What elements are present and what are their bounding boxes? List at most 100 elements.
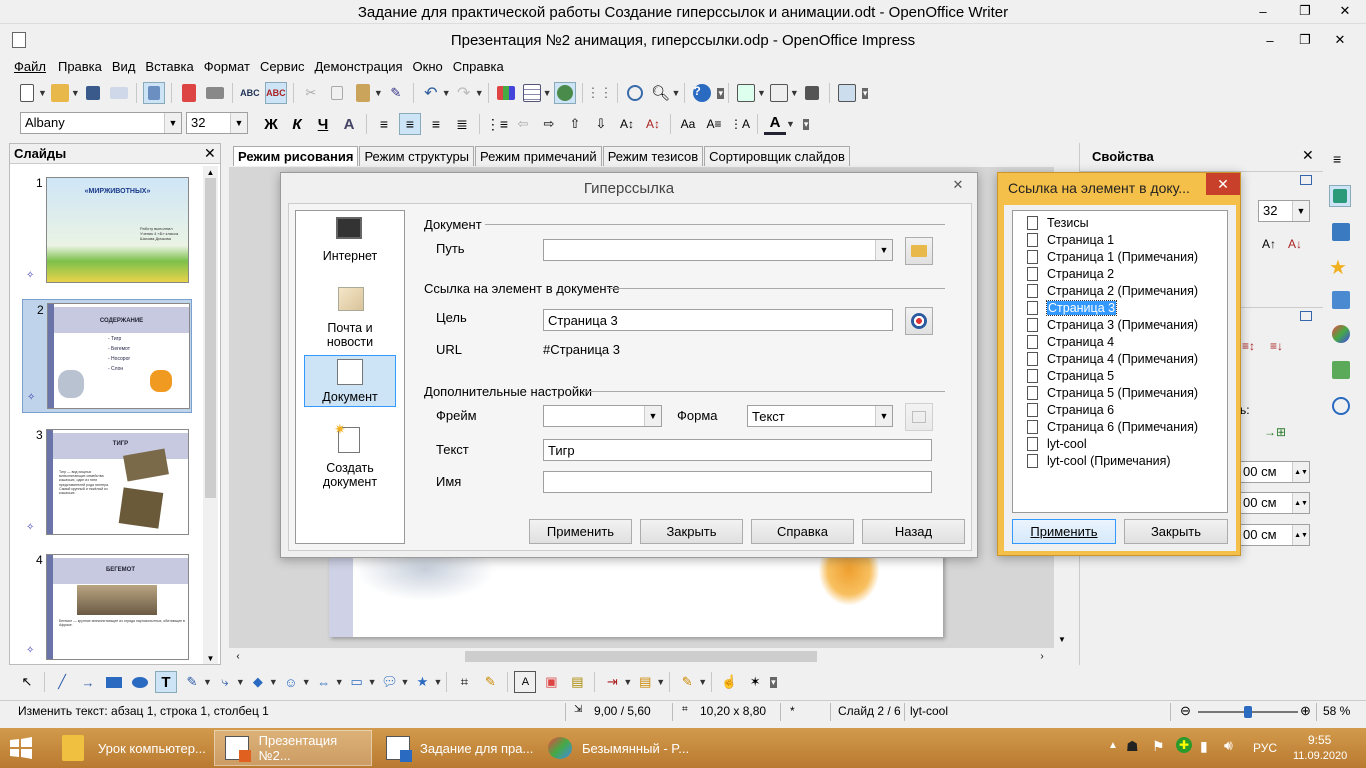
zoom-out-icon[interactable]: ⊖: [1180, 703, 1191, 719]
basic-shapes-icon[interactable]: ◆: [247, 671, 269, 693]
connector-icon[interactable]: ⤷: [214, 671, 236, 693]
menu-file[interactable]: Файл: [14, 59, 46, 74]
ellipse-icon[interactable]: [129, 671, 151, 693]
editing-hscrollbar[interactable]: ‹ ›: [229, 648, 1054, 665]
tree-item[interactable]: Страница 1 (Примечания): [1027, 248, 1198, 265]
taskbar-item-explorer[interactable]: Урок компьютер...: [52, 730, 210, 766]
clock-time[interactable]: 9:55: [1308, 733, 1331, 747]
open-icon[interactable]: [49, 82, 71, 104]
close-button[interactable]: Закрыть: [640, 519, 743, 544]
zoom-value[interactable]: 58 %: [1323, 704, 1350, 718]
callouts-icon[interactable]: 💬︎: [379, 671, 401, 693]
minimize-button[interactable]: ‒: [1255, 30, 1285, 50]
tree-item[interactable]: Страница 1: [1027, 231, 1114, 248]
flowchart-icon[interactable]: ▭: [346, 671, 368, 693]
bold-icon[interactable]: Ж: [260, 113, 282, 135]
styles-icon[interactable]: [1332, 325, 1350, 343]
zoom-slider[interactable]: [1198, 706, 1298, 718]
target-field[interactable]: Страница 3: [543, 309, 893, 331]
tree-item[interactable]: Страница 2 (Примечания): [1027, 282, 1198, 299]
text-icon[interactable]: T: [155, 671, 177, 693]
line-icon[interactable]: ╱: [51, 671, 73, 693]
demote-icon[interactable]: ⇦: [512, 113, 534, 135]
impress-titlebar[interactable]: Презентация №2 анимация, гиперссылки.odp…: [0, 26, 1366, 54]
para-spacing-up-icon[interactable]: A↕: [616, 113, 638, 135]
taskbar-item-writer[interactable]: Задание для пра...: [376, 730, 534, 766]
edit-file-icon[interactable]: [142, 82, 165, 104]
redo-icon[interactable]: ↷: [453, 82, 475, 104]
symbol-shapes-icon[interactable]: ☺: [280, 671, 302, 693]
slide-icon[interactable]: [735, 82, 757, 104]
rectangle-icon[interactable]: [103, 671, 125, 693]
writer-titlebar[interactable]: Задание для практической работы Создание…: [0, 0, 1366, 24]
tree-item[interactable]: Страница 5 (Примечания): [1027, 384, 1198, 401]
email-icon[interactable]: [108, 82, 130, 104]
char-icon[interactable]: Aa: [677, 113, 699, 135]
taskbar-item-paint[interactable]: Безымянный - P...: [538, 730, 696, 766]
paste-icon[interactable]: [352, 82, 374, 104]
grid-icon[interactable]: ⋮⋮: [587, 82, 613, 104]
text-field[interactable]: Тигр: [543, 439, 932, 461]
transition-icon[interactable]: [1332, 291, 1350, 309]
menu-edit[interactable]: Правка: [58, 59, 102, 74]
sidebar-spin-1[interactable]: 00 см ▲▼: [1238, 461, 1310, 483]
animation-tab-icon[interactable]: ★: [1329, 255, 1347, 280]
spacing-increase-icon[interactable]: ≡↕: [1242, 339, 1255, 353]
spin-icon[interactable]: ▲▼: [1292, 493, 1309, 513]
chevron-down-icon[interactable]: ▼: [1054, 631, 1070, 647]
move-up-icon[interactable]: ⇧: [564, 113, 586, 135]
writer-minimize-button[interactable]: ‒: [1248, 0, 1278, 22]
target-in-document-button[interactable]: [905, 307, 933, 335]
sidebar-spin-2[interactable]: 00 см ▲▼: [1238, 492, 1310, 514]
menu-help[interactable]: Справка: [453, 59, 504, 74]
menu-format[interactable]: Формат: [204, 59, 250, 74]
navigator-icon[interactable]: [1332, 397, 1350, 415]
chevron-left-icon[interactable]: ‹: [231, 650, 245, 662]
justify-icon[interactable]: ≣: [451, 113, 473, 135]
chart-icon[interactable]: [495, 82, 517, 104]
spacing-decrease-icon[interactable]: ≡↓: [1270, 339, 1283, 353]
menu-insert[interactable]: Вставка: [145, 59, 193, 74]
tree-item[interactable]: Страница 6: [1027, 401, 1114, 418]
close-icon[interactable]: ✕: [1206, 173, 1240, 195]
save-icon[interactable]: [82, 82, 104, 104]
slides-scrollbar[interactable]: ▲ ▼: [203, 166, 218, 664]
taskbar-item-impress[interactable]: Презентация №2...: [214, 730, 372, 766]
chevron-down-icon[interactable]: ▼: [230, 113, 247, 133]
back-button[interactable]: Назад: [862, 519, 965, 544]
tab-notes[interactable]: Режим примечаний: [475, 146, 602, 166]
chevron-down-icon[interactable]: ▼: [1292, 201, 1309, 221]
cut-icon[interactable]: ✂: [300, 82, 322, 104]
tree-item[interactable]: Страница 5: [1027, 367, 1114, 384]
slide-thumb-1[interactable]: 1 «МИРЖИВОТНЫХ» Работу выполнил Ученик 4…: [22, 174, 200, 292]
gallery-insert-icon[interactable]: ▤: [566, 671, 588, 693]
tray-shield-icon[interactable]: ☗: [1126, 738, 1139, 755]
menu-tools[interactable]: Сервис: [260, 59, 305, 74]
spin-icon[interactable]: ▲▼: [1292, 525, 1309, 545]
effects-icon[interactable]: ✶: [744, 671, 766, 693]
font-name-combo[interactable]: Albany ▼: [20, 112, 182, 134]
menu-icon[interactable]: ≡: [1333, 151, 1341, 167]
nav-new-document[interactable]: ✷ Создать документ: [304, 421, 396, 495]
points-icon[interactable]: ⌗: [453, 671, 475, 693]
new-icon[interactable]: [16, 82, 38, 104]
nav-internet[interactable]: Интернет: [304, 215, 396, 269]
frame-combo[interactable]: ▼: [543, 405, 662, 427]
sidebar-font-size-combo[interactable]: 32 ▼: [1258, 200, 1310, 222]
tree-item[interactable]: Страница 2: [1027, 265, 1114, 282]
zoom-icon[interactable]: 🔍︎: [650, 82, 672, 104]
font-color-icon[interactable]: A: [764, 113, 786, 135]
fontwork-icon[interactable]: A: [514, 671, 537, 693]
from-file-icon[interactable]: ▣: [540, 671, 562, 693]
more-options-icon[interactable]: [1300, 311, 1312, 321]
chevron-down-icon[interactable]: ▼: [644, 406, 661, 426]
writer-restore-button[interactable]: ❐: [1290, 0, 1320, 22]
curve-icon[interactable]: ✎: [181, 671, 203, 693]
tray-app-icon[interactable]: ✚: [1176, 737, 1192, 753]
start-button[interactable]: [8, 736, 38, 760]
slide-thumb-3[interactable]: 3 ТИГР Тигр — вид хищных млекопитающих с…: [22, 426, 200, 544]
tree-item[interactable]: Страница 4: [1027, 333, 1114, 350]
slide-canvas[interactable]: [329, 547, 943, 637]
italic-icon[interactable]: К: [286, 113, 308, 135]
block-arrows-icon[interactable]: ⇔: [313, 671, 335, 693]
